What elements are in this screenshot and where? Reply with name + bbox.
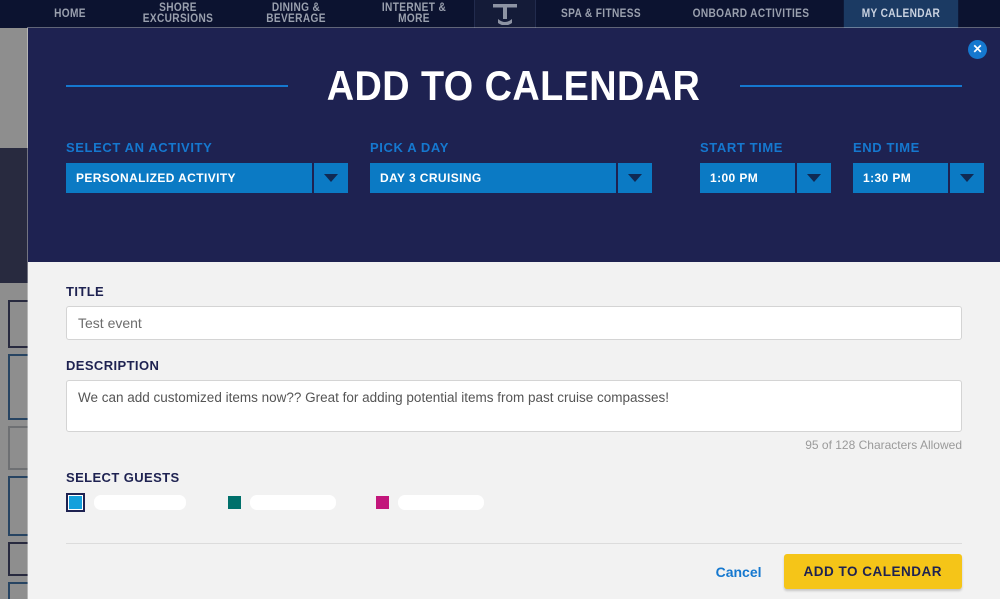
chevron-down-icon[interactable] [618, 163, 652, 193]
chevron-down-icon[interactable] [314, 163, 348, 193]
nav-item-onboard-activities[interactable]: ONBOARD ACTIVITIES [676, 0, 826, 28]
modal-header: ✕ ADD TO CALENDAR SELECT AN ACTIVITY PER… [28, 28, 1000, 262]
guest-color-swatch[interactable] [66, 493, 85, 512]
end-time-label: END TIME [853, 140, 920, 155]
page-title: ADD TO CALENDAR [327, 62, 701, 109]
day-label: PICK A DAY [370, 140, 449, 155]
cancel-button[interactable]: Cancel [716, 564, 762, 580]
nav-item-home[interactable]: HOME [28, 0, 112, 28]
title-rule-left [66, 85, 289, 87]
guest-item[interactable] [376, 495, 484, 510]
nav-item-shore-excursions[interactable]: SHORE EXCURSIONS [125, 0, 231, 28]
end-time-select-value[interactable]: 1:30 PM [853, 163, 948, 193]
add-to-calendar-button[interactable]: ADD TO CALENDAR [783, 554, 962, 589]
activity-select-value[interactable]: PERSONALIZED ACTIVITY [66, 163, 312, 193]
nav-item-spa-fitness[interactable]: SPA & FITNESS [544, 0, 658, 28]
guest-item[interactable] [66, 493, 186, 512]
chevron-down-icon[interactable] [797, 163, 831, 193]
app-screen: HOME SHORE EXCURSIONS DINING & BEVERAGE … [0, 0, 1000, 599]
day-select-value[interactable]: DAY 3 CRUISING [370, 163, 616, 193]
day-field-group: PICK A DAY DAY 3 CRUISING [370, 140, 652, 193]
activity-label: SELECT AN ACTIVITY [66, 140, 213, 155]
guest-list [66, 493, 962, 512]
guests-label: SELECT GUESTS [66, 470, 180, 485]
end-time-select[interactable]: 1:30 PM [853, 163, 984, 193]
activity-field-group: SELECT AN ACTIVITY PERSONALIZED ACTIVITY [66, 140, 348, 193]
modal-title-row: ADD TO CALENDAR [66, 28, 962, 110]
description-input[interactable]: We can add customized items now?? Great … [66, 380, 962, 432]
nav-item-my-calendar[interactable]: MY CALENDAR [843, 0, 959, 28]
end-time-field-group: END TIME 1:30 PM [853, 140, 984, 193]
start-time-select[interactable]: 1:00 PM [700, 163, 831, 193]
guest-name [398, 495, 484, 510]
start-time-field-group: START TIME 1:00 PM [700, 140, 831, 193]
title-rule-right [739, 85, 962, 87]
character-count: 95 of 128 Characters Allowed [805, 438, 962, 452]
description-field-label: DESCRIPTION [66, 358, 160, 373]
nav-item-internet-more[interactable]: INTERNET & MORE [361, 0, 467, 28]
start-time-select-value[interactable]: 1:00 PM [700, 163, 795, 193]
chevron-down-icon[interactable] [950, 163, 984, 193]
day-select[interactable]: DAY 3 CRUISING [370, 163, 652, 193]
title-field-label: TITLE [66, 284, 105, 299]
add-to-calendar-modal: ✕ ADD TO CALENDAR SELECT AN ACTIVITY PER… [28, 28, 1000, 599]
close-icon[interactable]: ✕ [968, 40, 987, 59]
selector-row: SELECT AN ACTIVITY PERSONALIZED ACTIVITY… [66, 140, 984, 193]
modal-footer: Cancel ADD TO CALENDAR [66, 543, 962, 599]
nav-item-dining-beverage[interactable]: DINING & BEVERAGE [245, 0, 347, 28]
title-input[interactable] [66, 306, 962, 340]
guest-color-swatch[interactable] [376, 496, 389, 509]
guests-section: SELECT GUESTS [66, 470, 962, 512]
guest-name [94, 495, 186, 510]
brand-logo-icon[interactable] [474, 0, 536, 28]
guest-name [250, 495, 336, 510]
modal-body: TITLE DESCRIPTION We can add customized … [28, 262, 1000, 543]
top-navigation: HOME SHORE EXCURSIONS DINING & BEVERAGE … [0, 0, 1000, 28]
activity-select[interactable]: PERSONALIZED ACTIVITY [66, 163, 348, 193]
guest-color-swatch[interactable] [228, 496, 241, 509]
guest-item[interactable] [228, 495, 336, 510]
start-time-label: START TIME [700, 140, 784, 155]
